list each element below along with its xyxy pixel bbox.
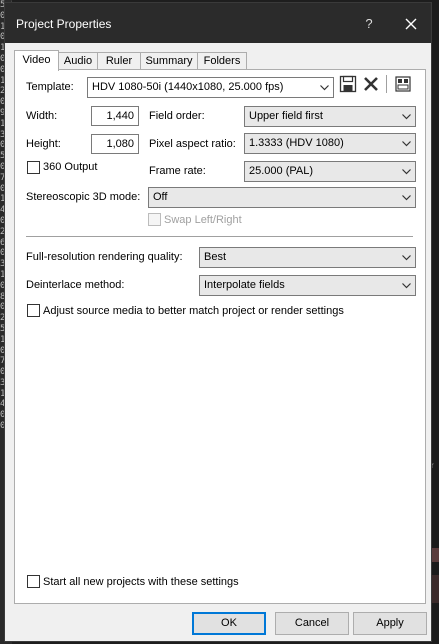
swap-left-right-checkbox[interactable] [148,213,161,226]
chevron-down-icon [402,283,411,289]
adjust-media-checkbox[interactable] [27,304,40,317]
project-properties-dialog: Project Properties ? Video Audio Ruler S… [4,2,432,642]
frame-rate-label: Frame rate: [149,165,206,177]
match-media-button[interactable] [394,75,412,93]
chevron-down-icon [402,114,411,120]
height-input[interactable]: 1,080 [91,134,139,154]
stereo-3d-value: Off [153,191,168,203]
output-360-label: 360 Output [43,161,98,173]
width-input[interactable]: 1,440 [91,106,139,126]
width-label: Width: [26,110,58,122]
render-quality-value: Best [204,251,227,263]
tab-ruler[interactable]: Ruler [97,52,141,70]
apply-button[interactable]: Apply [353,612,427,635]
output-360-checkbox[interactable] [27,161,40,174]
frame-rate-dropdown[interactable]: 25.000 (PAL) [244,161,416,182]
close-button[interactable] [397,11,425,37]
chevron-down-icon [402,255,411,261]
chevron-down-icon [402,141,411,147]
swap-left-right-label: Swap Left/Right [164,214,242,226]
field-order-label: Field order: [149,110,205,122]
template-dropdown[interactable]: HDV 1080-50i (1440x1080, 25.000 fps) [87,77,334,98]
deinterlace-value: Interpolate fields [204,279,285,291]
field-order-dropdown[interactable]: Upper field first [244,106,416,127]
deinterlace-label: Deinterlace method: [26,279,125,291]
field-order-value: Upper field first [249,110,323,122]
help-button[interactable]: ? [355,13,383,35]
window-title: Project Properties [16,17,112,31]
frame-rate-value: 25.000 (PAL) [249,165,314,177]
delete-template-button[interactable] [362,75,380,93]
screen: 5:30:1400:211:4400:341:5503:120:071:262:… [0,0,439,644]
pixel-aspect-dropdown[interactable]: 1.3333 (HDV 1080) [244,133,416,154]
pixel-aspect-value: 1.3333 (HDV 1080) [249,137,344,149]
tab-video[interactable]: Video [14,50,59,71]
tab-audio[interactable]: Audio [58,52,98,70]
title-bar[interactable]: Project Properties ? [5,3,431,43]
chevron-down-icon [320,85,329,91]
save-icon [339,75,357,93]
stereo-3d-label: Stereoscopic 3D mode: [26,191,141,203]
toolbar-separator [386,75,387,93]
ok-button[interactable]: OK [192,612,266,635]
start-all-label: Start all new projects with these settin… [43,576,239,588]
render-quality-label: Full-resolution rendering quality: [26,251,183,263]
chevron-down-icon [402,195,411,201]
section-divider [26,236,413,237]
template-label: Template: [26,81,74,93]
save-template-button[interactable] [339,75,357,93]
deinterlace-dropdown[interactable]: Interpolate fields [199,275,416,296]
start-all-checkbox[interactable] [27,575,40,588]
render-quality-dropdown[interactable]: Best [199,247,416,268]
height-label: Height: [26,138,61,150]
background-mark: r [431,461,434,470]
pixel-aspect-label: Pixel aspect ratio: [149,138,236,150]
chevron-down-icon [402,169,411,175]
adjust-media-label: Adjust source media to better match proj… [43,305,344,317]
cancel-button[interactable]: Cancel [275,612,349,635]
tab-summary[interactable]: Summary [140,52,198,70]
stereo-3d-dropdown[interactable]: Off [148,187,416,208]
match-media-icon [395,76,411,92]
delete-x-icon [364,77,378,91]
template-value: HDV 1080-50i (1440x1080, 25.000 fps) [92,81,284,93]
tab-folders[interactable]: Folders [197,52,247,70]
close-icon [405,18,417,30]
